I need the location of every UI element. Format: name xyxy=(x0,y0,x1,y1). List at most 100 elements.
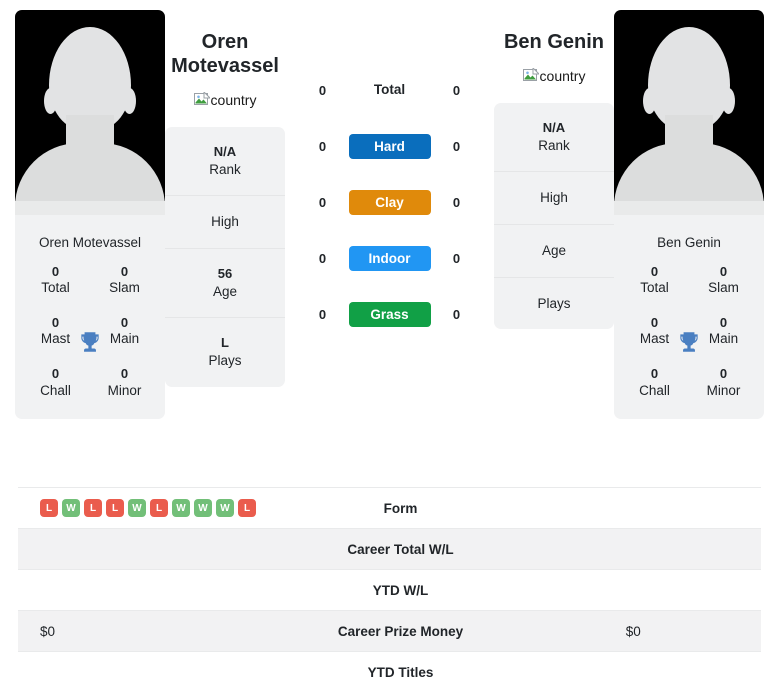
title-stat-chall: 0 Chall xyxy=(21,366,90,399)
surface-row-grass: 0 Grass 0 xyxy=(285,286,494,342)
attribute-rank-right: N/A Rank xyxy=(494,103,614,173)
title-stat-label: Minor xyxy=(706,382,741,398)
stats-row-career-total-wl: Career Total W/L xyxy=(18,528,761,569)
country-alt-text: country xyxy=(210,92,257,108)
title-stat-value: 0 xyxy=(650,366,659,382)
comparison-top-area: Oren Motevassel 0 Total 0 Slam 0 Mast 0 … xyxy=(0,0,779,480)
title-stat-label: Total xyxy=(41,280,70,296)
surface-row-clay: 0 Clay 0 xyxy=(285,174,494,230)
attribute-label: Plays xyxy=(537,295,571,311)
form-cell-left: LWLLWLWWWL xyxy=(18,499,296,517)
surface-left-value: 0 xyxy=(318,82,327,98)
form-badge-l: L xyxy=(106,499,124,517)
title-stat-label: Slam xyxy=(708,280,739,296)
form-badge-w: W xyxy=(172,499,190,517)
attribute-label: Age xyxy=(541,242,567,258)
country-flag-right: country xyxy=(522,66,585,84)
stats-row-ytd-titles: YTD Titles xyxy=(18,651,761,692)
surface-comparison-column: 0 Total 0 0 Hard 0 0 Clay 0 0 Indoor 0 0… xyxy=(285,10,494,342)
surface-row-hard: 0 Hard 0 xyxy=(285,118,494,174)
attribute-plays-left: L Plays xyxy=(165,318,285,386)
form-badge-w: W xyxy=(62,499,80,517)
title-stat-slam: 0 Slam xyxy=(689,264,758,297)
attribute-label: Rank xyxy=(538,137,570,153)
title-stat-label: Chall xyxy=(40,382,71,398)
player-attribute-card-left: N/A Rank High 56 Age L Plays xyxy=(165,127,285,387)
stats-value-right: $0 xyxy=(625,623,641,639)
player-attribute-card-right: N/A Rank High Age Plays xyxy=(494,103,614,330)
broken-image-icon xyxy=(522,66,540,84)
form-badge-w: W xyxy=(128,499,146,517)
title-stat-value: 0 xyxy=(650,264,659,279)
player-photo-name-left: Oren Motevassel xyxy=(38,235,142,250)
player-name-left: Oren Motevassel xyxy=(171,31,279,77)
surface-left-value: 0 xyxy=(318,138,327,154)
title-stat-value: 0 xyxy=(51,366,60,382)
surface-badge-clay[interactable]: Clay xyxy=(348,189,431,215)
title-stat-value: 0 xyxy=(719,264,728,279)
player-avatar-left xyxy=(15,10,165,215)
stats-row-ytd-wl: YTD W/L xyxy=(18,569,761,610)
player-info-col-right: Ben Genin country N/A Rank High Age Play… xyxy=(494,10,614,330)
attribute-high-left: High xyxy=(165,196,285,249)
stats-row-career-prize-money: $0 Career Prize Money $0 xyxy=(18,610,761,651)
attribute-age-right: Age xyxy=(494,225,614,278)
attribute-label: Plays xyxy=(208,353,242,369)
title-stat-value: 0 xyxy=(719,366,728,382)
trophy-icon xyxy=(81,331,99,352)
surface-right-value: 0 xyxy=(452,82,461,98)
stats-comparison-table: LWLLWLWWWL Form Career Total W/L YTD W/L… xyxy=(0,487,779,692)
surface-badge-indoor[interactable]: Indoor xyxy=(348,245,431,271)
surface-row-total: 0 Total 0 xyxy=(285,62,494,118)
attribute-rank-left: N/A Rank xyxy=(165,127,285,197)
attribute-value: N/A xyxy=(542,120,566,135)
surface-left-value: 0 xyxy=(318,250,327,266)
form-badge-l: L xyxy=(40,499,58,517)
form-badge-w: W xyxy=(194,499,212,517)
surface-row-indoor: 0 Indoor 0 xyxy=(285,230,494,286)
title-stat-value: 0 xyxy=(120,264,129,279)
player-info-col-left: Oren Motevassel country N/A Rank High 56… xyxy=(165,10,285,387)
surface-right-value: 0 xyxy=(452,306,461,322)
title-stat-minor: 0 Minor xyxy=(90,366,159,399)
title-stat-label: Slam xyxy=(109,280,140,296)
surface-label-total: Total xyxy=(373,82,406,97)
attribute-age-left: 56 Age xyxy=(165,249,285,319)
player-photo-card-left: Oren Motevassel 0 Total 0 Slam 0 Mast 0 … xyxy=(15,10,165,420)
attribute-plays-right: Plays xyxy=(494,278,614,330)
title-stat-total: 0 Total xyxy=(21,264,90,297)
stats-row-label: Career Prize Money xyxy=(337,623,464,639)
stats-row-label: YTD W/L xyxy=(372,582,429,598)
surface-badge-hard[interactable]: Hard xyxy=(348,133,431,159)
stats-row-label: YTD Titles xyxy=(367,664,434,680)
title-stat-total: 0 Total xyxy=(620,264,689,297)
form-badge-l: L xyxy=(238,499,256,517)
attribute-high-right: High xyxy=(494,172,614,225)
title-stat-value: 0 xyxy=(120,366,129,382)
stats-row-form: LWLLWLWWWL Form xyxy=(18,487,761,528)
silhouette-icon xyxy=(15,10,165,215)
surface-left-value: 0 xyxy=(318,306,327,322)
stats-value-left: $0 xyxy=(40,623,56,639)
stats-row-label: Career Total W/L xyxy=(347,541,454,557)
surface-right-value: 0 xyxy=(452,194,461,210)
country-flag-left: country xyxy=(193,90,257,108)
title-stat-value: 0 xyxy=(51,264,60,279)
attribute-label: High xyxy=(540,190,568,206)
surface-right-value: 0 xyxy=(452,138,461,154)
surface-right-value: 0 xyxy=(452,250,461,266)
title-stat-label: Chall xyxy=(639,382,670,398)
player-photo-name-right: Ben Genin xyxy=(657,235,721,250)
player-photo-card-right: Ben Genin 0 Total 0 Slam 0 Mast 0 Main 0… xyxy=(614,10,764,420)
attribute-label: High xyxy=(211,214,239,230)
attribute-value: L xyxy=(221,335,229,351)
surface-badge-grass[interactable]: Grass xyxy=(348,301,431,327)
form-badge-l: L xyxy=(84,499,102,517)
player-comparison-page: Oren Motevassel 0 Total 0 Slam 0 Mast 0 … xyxy=(0,0,779,699)
attribute-value: N/A xyxy=(213,144,237,159)
title-stat-label: Minor xyxy=(107,382,142,398)
attribute-value: 56 xyxy=(217,265,233,281)
form-badge-w: W xyxy=(216,499,234,517)
title-stat-slam: 0 Slam xyxy=(90,264,159,297)
player-name-right: Ben Genin xyxy=(503,31,604,53)
